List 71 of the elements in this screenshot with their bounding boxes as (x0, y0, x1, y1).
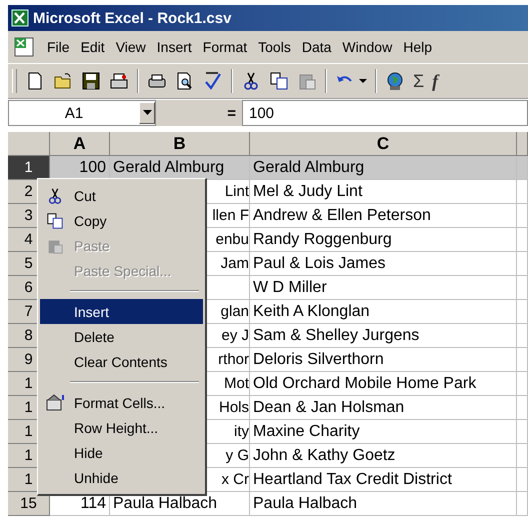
table-cell: Mel & Judy Lint (250, 180, 517, 204)
table-cell (517, 228, 528, 252)
menu-item[interactable]: Data (302, 39, 332, 55)
table-cell: Deloris Silverthorn (250, 348, 517, 372)
menu-item[interactable]: File (47, 39, 70, 55)
menu-item[interactable]: Hide (70, 444, 107, 460)
save-icon[interactable] (81, 71, 101, 91)
function-button[interactable]: f (432, 70, 438, 92)
table-cell (517, 180, 528, 204)
table-cell (517, 300, 528, 324)
table-cell: Maxine Charity (250, 420, 517, 444)
spelling-icon[interactable] (203, 71, 223, 91)
table-cell (517, 204, 528, 228)
copy-icon[interactable] (269, 71, 289, 91)
equals-sign: = (227, 104, 236, 122)
table-cell (517, 276, 528, 300)
table-cell (517, 156, 528, 180)
column-header[interactable] (517, 132, 528, 156)
table-cell: Old Orchard Mobile Home Park (250, 372, 517, 396)
cut-icon (46, 186, 64, 204)
select-all-corner[interactable] (8, 132, 50, 156)
format-cells-icon (45, 394, 65, 412)
menu-item[interactable]: Tools (258, 39, 291, 55)
menu-item[interactable]: Insert (156, 39, 192, 55)
formula-field[interactable]: 100 (242, 100, 528, 126)
folder-icon[interactable] (53, 71, 73, 91)
menu-item[interactable]: Format (202, 39, 248, 55)
table-cell: Paula Halbach (250, 492, 517, 516)
table-cell: Andrew & Ellen Peterson (250, 204, 517, 228)
menu-item[interactable]: Window (342, 39, 392, 55)
table-cell (517, 492, 528, 516)
caret-icon (142, 110, 152, 116)
table-cell: Randy Roggenburg (250, 228, 517, 252)
column-header[interactable]: A (50, 132, 110, 156)
menu-item[interactable]: Copy (70, 212, 111, 228)
dropdown-button[interactable] (139, 102, 155, 124)
window-title: Microsoft Excel - Rock1.csv (33, 10, 232, 26)
table-cell (517, 396, 528, 420)
table-cell: 100 (50, 156, 110, 180)
spreadsheet-icon[interactable] (12, 36, 36, 58)
column-header[interactable]: C (250, 132, 517, 156)
table-cell (517, 324, 528, 348)
table-cell: Gerald Almburg (250, 156, 517, 180)
printer-icon[interactable] (109, 71, 129, 91)
spreadsheet-icon (11, 9, 29, 27)
table-cell: W D Miller (250, 276, 517, 300)
table-cell (517, 348, 528, 372)
table-cell (517, 252, 528, 276)
menu-item[interactable]: Edit (80, 39, 105, 55)
caret-icon[interactable] (359, 77, 367, 85)
table-cell: John & Kathy Goetz (250, 444, 517, 468)
table-cell: Dean & Jan Holsman (250, 396, 517, 420)
column-header[interactable]: B (110, 132, 250, 156)
table-cell (517, 468, 528, 492)
table-cell (517, 420, 528, 444)
copy-icon (46, 212, 64, 230)
table-cell: Heartland Tax Credit District (250, 468, 517, 492)
sum-button[interactable]: Σ (413, 70, 424, 92)
table-cell (517, 444, 528, 468)
table-cell (517, 372, 528, 396)
menu-item[interactable]: Cut (70, 188, 100, 204)
globe-icon[interactable] (385, 71, 405, 91)
name-box[interactable]: A1 (8, 100, 156, 126)
table-cell: Gerald Almburg (110, 156, 250, 180)
menu-item[interactable]: Help (403, 39, 432, 55)
menu-item[interactable]: View (116, 39, 146, 55)
row-header[interactable]: 1 (8, 156, 50, 180)
table-cell: Sam & Shelley Jurgens (250, 324, 517, 348)
table-cell: Paul & Lois James (250, 252, 517, 276)
table-cell: Keith A Klonglan (250, 300, 517, 324)
row-header[interactable]: 15 (8, 492, 50, 516)
